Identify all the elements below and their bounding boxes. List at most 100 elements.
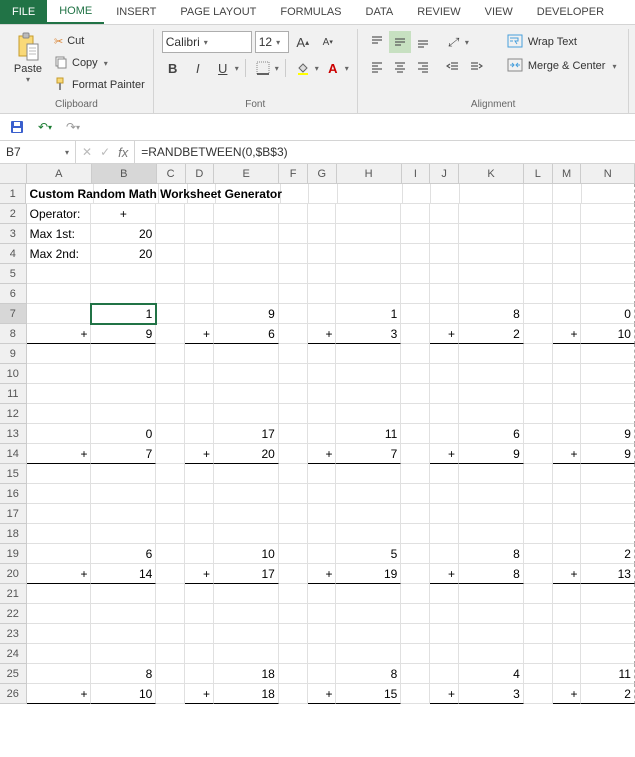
- cell-K12[interactable]: [459, 404, 524, 424]
- row-header-25[interactable]: 25: [0, 664, 27, 684]
- cell-B15[interactable]: [91, 464, 156, 484]
- cell-K2[interactable]: [459, 204, 524, 224]
- merge-center-button[interactable]: Merge & Center ▾: [503, 55, 621, 77]
- cell-G3[interactable]: [308, 224, 337, 244]
- cell-I9[interactable]: [401, 344, 430, 364]
- cell-G15[interactable]: [308, 464, 337, 484]
- fill-color-button[interactable]: ▾: [292, 57, 319, 79]
- cell-G21[interactable]: [308, 584, 337, 604]
- cell-F20[interactable]: [279, 564, 308, 584]
- cell-F17[interactable]: [279, 504, 308, 524]
- cell-K21[interactable]: [459, 584, 524, 604]
- cell-M19[interactable]: [553, 544, 582, 564]
- cell-E3[interactable]: [214, 224, 279, 244]
- cell-K22[interactable]: [459, 604, 524, 624]
- align-top-button[interactable]: [366, 31, 388, 53]
- cell-A9[interactable]: [27, 344, 92, 364]
- cell-E19[interactable]: 10: [214, 544, 279, 564]
- cell-G26[interactable]: +: [308, 684, 337, 704]
- cell-N11[interactable]: [581, 384, 634, 404]
- cell-E8[interactable]: 6: [214, 324, 279, 344]
- cell-G17[interactable]: [308, 504, 337, 524]
- cell-K3[interactable]: [459, 224, 524, 244]
- cell-H26[interactable]: 15: [336, 684, 401, 704]
- row-header-12[interactable]: 12: [0, 404, 27, 424]
- cell-C14[interactable]: [156, 444, 185, 464]
- cell-I20[interactable]: [401, 564, 430, 584]
- cell-K8[interactable]: 2: [459, 324, 524, 344]
- cell-A14[interactable]: +: [27, 444, 92, 464]
- cell-A22[interactable]: [27, 604, 92, 624]
- cell-D19[interactable]: [185, 544, 214, 564]
- select-all-corner[interactable]: [0, 164, 27, 184]
- cell-F22[interactable]: [279, 604, 308, 624]
- cell-H5[interactable]: [336, 264, 401, 284]
- cell-K15[interactable]: [459, 464, 524, 484]
- cell-D8[interactable]: +: [185, 324, 214, 344]
- cell-J3[interactable]: [430, 224, 459, 244]
- cell-M4[interactable]: [553, 244, 582, 264]
- cell-D10[interactable]: [185, 364, 214, 384]
- row-header-1[interactable]: 1: [0, 184, 26, 204]
- cell-K11[interactable]: [459, 384, 524, 404]
- cell-J2[interactable]: [430, 204, 459, 224]
- cell-E26[interactable]: 18: [214, 684, 279, 704]
- cell-E13[interactable]: 17: [214, 424, 279, 444]
- cell-H24[interactable]: [336, 644, 401, 664]
- row-header-4[interactable]: 4: [0, 244, 27, 264]
- cell-J24[interactable]: [430, 644, 459, 664]
- cell-D7[interactable]: [185, 304, 214, 324]
- cell-F2[interactable]: [279, 204, 308, 224]
- cell-J26[interactable]: +: [430, 684, 459, 704]
- cell-L17[interactable]: [524, 504, 553, 524]
- decrease-indent-button[interactable]: [442, 56, 464, 78]
- cell-J11[interactable]: [430, 384, 459, 404]
- cell-D26[interactable]: +: [185, 684, 214, 704]
- cell-H3[interactable]: [336, 224, 401, 244]
- cell-K19[interactable]: 8: [459, 544, 524, 564]
- cell-N10[interactable]: [581, 364, 634, 384]
- col-header-N[interactable]: N: [581, 164, 635, 184]
- tab-home[interactable]: HOME: [47, 0, 104, 24]
- cell-N8[interactable]: 10: [581, 324, 634, 344]
- cell-B26[interactable]: 10: [91, 684, 156, 704]
- cell-B25[interactable]: 8: [91, 664, 156, 684]
- cell-H22[interactable]: [336, 604, 401, 624]
- cell-B12[interactable]: [91, 404, 156, 424]
- cell-D16[interactable]: [185, 484, 214, 504]
- align-bottom-button[interactable]: [412, 31, 434, 53]
- cell-G4[interactable]: [308, 244, 337, 264]
- cell-I24[interactable]: [401, 644, 430, 664]
- cell-A10[interactable]: [27, 364, 92, 384]
- cell-N6[interactable]: [581, 284, 634, 304]
- cell-K23[interactable]: [459, 624, 524, 644]
- cell-I21[interactable]: [401, 584, 430, 604]
- cell-M9[interactable]: [553, 344, 582, 364]
- cell-C6[interactable]: [156, 284, 185, 304]
- cell-F21[interactable]: [279, 584, 308, 604]
- col-header-H[interactable]: H: [337, 164, 402, 184]
- cell-K18[interactable]: [459, 524, 524, 544]
- align-left-button[interactable]: [366, 56, 388, 78]
- cell-N2[interactable]: [581, 204, 634, 224]
- cell-H6[interactable]: [336, 284, 401, 304]
- cell-E21[interactable]: [214, 584, 279, 604]
- cell-F15[interactable]: [279, 464, 308, 484]
- col-header-A[interactable]: A: [27, 164, 92, 184]
- cell-B22[interactable]: [91, 604, 156, 624]
- name-box[interactable]: B7▾: [0, 141, 76, 163]
- row-header-20[interactable]: 20: [0, 564, 27, 584]
- cell-A7[interactable]: [27, 304, 92, 324]
- cell-H19[interactable]: 5: [336, 544, 401, 564]
- cell-D5[interactable]: [185, 264, 214, 284]
- cell-N12[interactable]: [581, 404, 634, 424]
- cell-L20[interactable]: [524, 564, 553, 584]
- cell-E24[interactable]: [214, 644, 279, 664]
- cell-N14[interactable]: 9: [581, 444, 634, 464]
- cell-A20[interactable]: +: [27, 564, 92, 584]
- cell-A17[interactable]: [27, 504, 92, 524]
- cell-B23[interactable]: [91, 624, 156, 644]
- cell-B4[interactable]: 20: [91, 244, 156, 264]
- cell-L6[interactable]: [524, 284, 553, 304]
- cell-D25[interactable]: [185, 664, 214, 684]
